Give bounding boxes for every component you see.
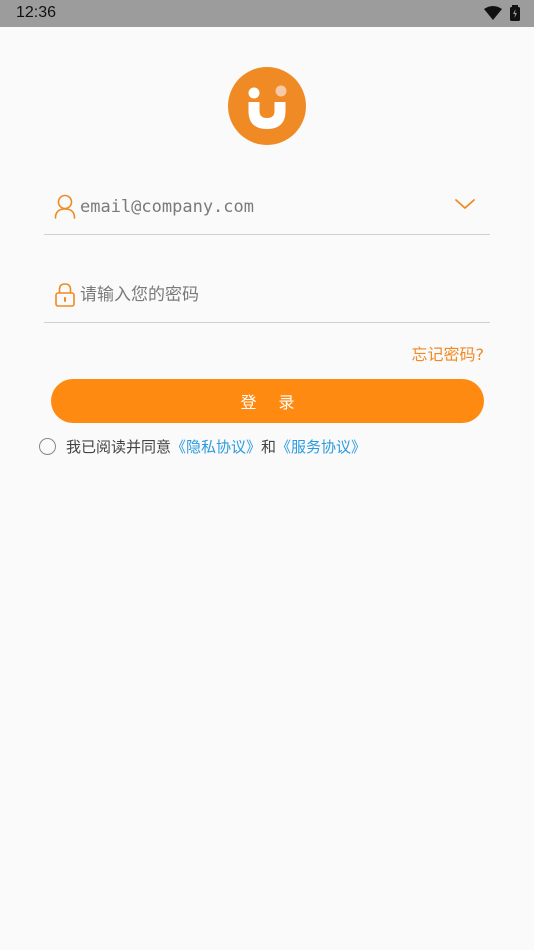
email-field	[44, 184, 490, 235]
password-input[interactable]	[80, 280, 440, 310]
email-input[interactable]	[80, 192, 440, 222]
service-agreement-link[interactable]: 《服务协议》	[276, 436, 366, 457]
forgot-password-link[interactable]: 忘记密码?	[412, 341, 485, 365]
status-icons	[484, 5, 520, 21]
agreement-prefix: 我已阅读并同意	[66, 437, 172, 456]
user-icon	[54, 194, 76, 219]
wifi-icon	[484, 6, 502, 20]
brand-logo	[228, 67, 306, 145]
agreement-checkbox[interactable]	[39, 437, 56, 455]
status-time: 12:36	[16, 4, 57, 21]
battery-icon	[510, 5, 520, 21]
status-bar: 12:36	[0, 0, 534, 27]
agreement-row: 我已阅读并同意 《隐私协议》 和 《服务协议》	[39, 435, 366, 457]
password-field	[44, 272, 490, 323]
lock-icon	[55, 283, 75, 307]
privacy-policy-link[interactable]: 《隐私协议》	[171, 436, 261, 457]
agreement-conjunction: 和	[261, 437, 277, 456]
login-button[interactable]: 登录	[51, 379, 484, 423]
chevron-down-icon[interactable]	[454, 196, 476, 212]
login-screen: 12:36 email@company.com 忘记密码? 登录 我已阅读并同意…	[0, 0, 534, 950]
